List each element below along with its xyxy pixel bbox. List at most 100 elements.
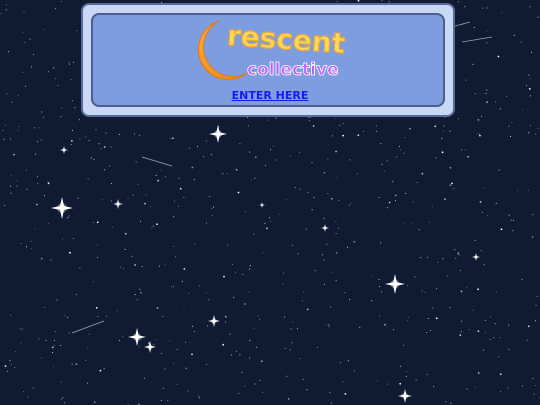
- star-dot: [43, 116, 45, 118]
- star-dot: [60, 344, 62, 346]
- star-dot: [424, 291, 426, 293]
- star-dot: [508, 214, 510, 216]
- star-dot: [179, 187, 182, 190]
- star-dot: [118, 133, 120, 135]
- star-dot: [222, 173, 224, 175]
- star-dot: [79, 138, 81, 140]
- star-dot: [248, 339, 251, 342]
- star-dot: [534, 320, 536, 322]
- star-dot: [155, 174, 157, 176]
- star-dot: [72, 61, 74, 63]
- star-dot: [211, 215, 213, 217]
- star-dot: [57, 84, 59, 86]
- star-dot: [289, 349, 291, 351]
- star-dot: [191, 353, 193, 356]
- star-dot: [326, 243, 328, 245]
- star-dot: [111, 200, 112, 202]
- star-dot: [140, 291, 143, 294]
- star-dot: [173, 216, 175, 218]
- star-dot: [227, 244, 229, 246]
- star-dot: [535, 133, 537, 135]
- star-dot: [486, 7, 488, 9]
- star-dot: [136, 299, 138, 301]
- star-dot: [338, 199, 340, 201]
- sparkle-star-icon: [209, 125, 227, 143]
- star-dot: [534, 385, 536, 386]
- crescent-collective-logo: rescent collective: [197, 18, 347, 80]
- star-dot: [496, 291, 497, 293]
- star-dot: [31, 66, 33, 68]
- star-dot: [324, 284, 325, 285]
- star-dot: [477, 330, 480, 332]
- star-dot: [459, 270, 461, 271]
- star-dot: [205, 292, 207, 294]
- star-dot: [134, 264, 137, 266]
- star-dot: [349, 159, 351, 161]
- star-dot: [386, 160, 388, 162]
- star-dot: [17, 94, 19, 96]
- star-dot: [435, 157, 437, 159]
- star-dot: [248, 291, 250, 293]
- star-dot: [112, 226, 113, 228]
- star-dot: [380, 142, 382, 144]
- star-dot: [412, 201, 414, 203]
- star-dot: [167, 399, 169, 401]
- star-dot: [18, 126, 20, 128]
- star-dot: [493, 337, 495, 339]
- star-dot: [20, 342, 22, 344]
- star-dot: [384, 170, 386, 172]
- star-dot: [45, 340, 47, 342]
- star-dot: [400, 149, 402, 151]
- enter-here-link[interactable]: ENTER HERE: [93, 89, 447, 102]
- sparkle-star-icon: [321, 224, 329, 232]
- star-dot: [68, 61, 70, 63]
- star-dot: [32, 387, 34, 389]
- star-dot: [53, 345, 55, 347]
- star-dot: [116, 310, 118, 312]
- star-dot: [537, 128, 539, 130]
- star-dot: [162, 316, 164, 318]
- star-dot: [23, 10, 25, 12]
- star-dot: [197, 145, 199, 147]
- star-dot: [398, 145, 400, 147]
- star-dot: [458, 1, 460, 3]
- star-dot: [40, 139, 42, 141]
- star-dot: [337, 227, 339, 229]
- star-dot: [485, 332, 486, 334]
- star-dot: [335, 251, 338, 254]
- star-dot: [85, 360, 87, 361]
- star-dot: [162, 387, 164, 389]
- star-dot: [486, 101, 488, 104]
- star-dot: [294, 187, 296, 188]
- star-dot: [334, 117, 336, 119]
- star-dot: [466, 287, 468, 289]
- star-dot: [224, 315, 227, 318]
- star-dot: [264, 165, 266, 167]
- star-dot: [299, 358, 301, 359]
- star-dot: [92, 221, 94, 223]
- star-dot: [170, 286, 172, 288]
- star-dot: [269, 217, 270, 219]
- star-dot: [449, 306, 451, 308]
- star-dot: [176, 348, 178, 350]
- star-dot: [155, 339, 157, 340]
- star-dot: [235, 168, 238, 171]
- star-dot: [97, 316, 99, 317]
- star-dot: [4, 124, 6, 126]
- star-dot: [478, 133, 480, 135]
- star-dot: [189, 147, 191, 149]
- star-dot: [97, 256, 99, 258]
- star-dot: [472, 309, 474, 311]
- star-dot: [244, 303, 246, 305]
- star-dot: [67, 217, 69, 219]
- star-dot: [187, 390, 189, 392]
- star-dot: [40, 257, 43, 260]
- star-dot: [52, 366, 54, 368]
- star-dot: [10, 314, 12, 316]
- star-dot: [141, 266, 143, 267]
- star-dot: [451, 182, 453, 185]
- star-dot: [188, 292, 190, 294]
- star-dot: [421, 172, 424, 175]
- star-dot: [391, 180, 394, 183]
- star-dot: [335, 220, 337, 222]
